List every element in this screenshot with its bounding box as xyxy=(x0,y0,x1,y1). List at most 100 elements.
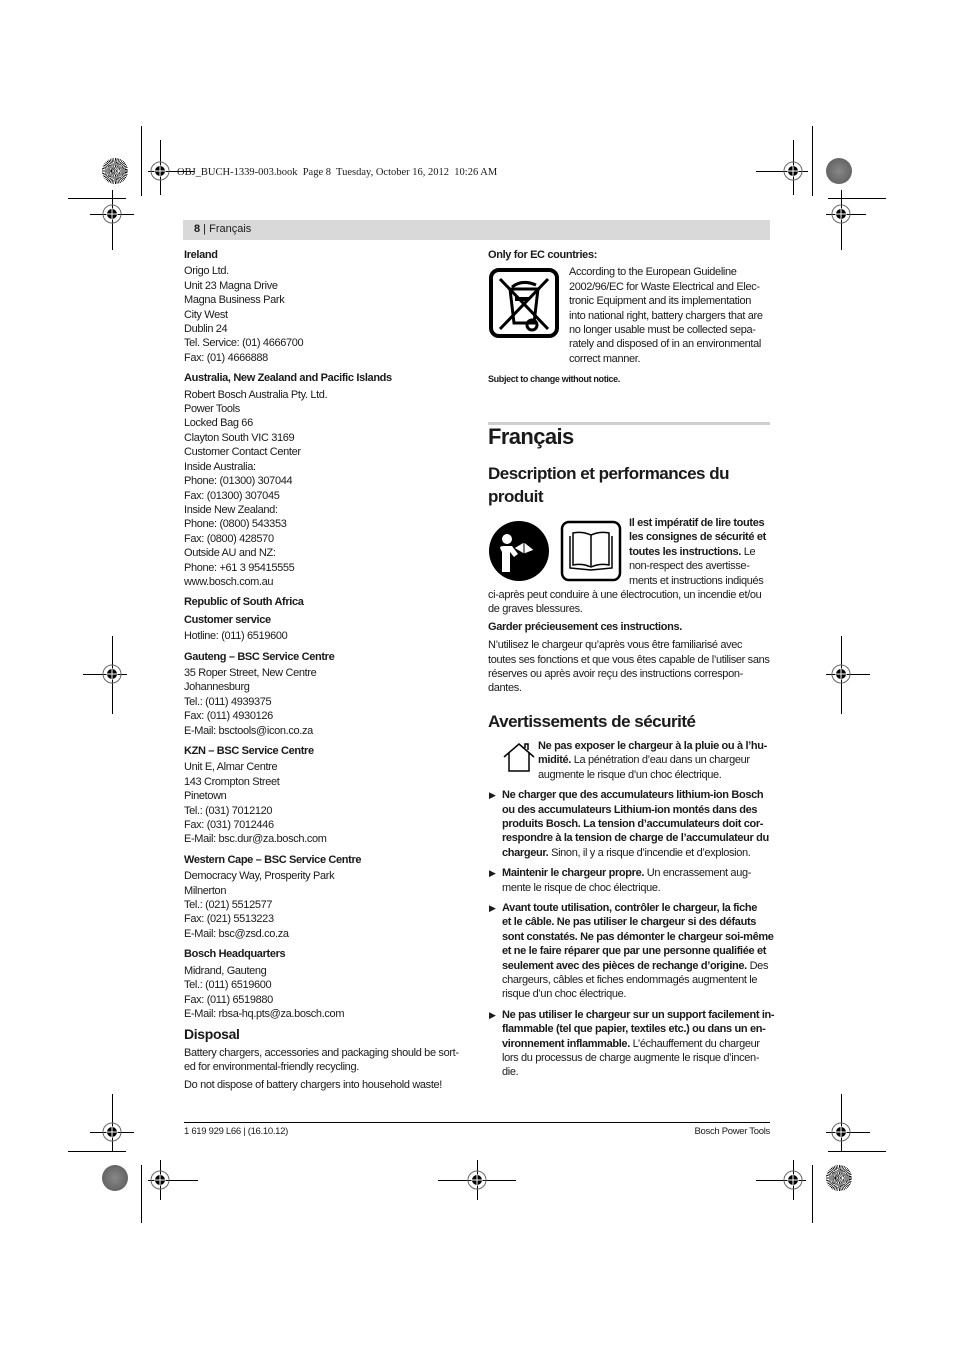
crop-line xyxy=(828,1151,886,1152)
contact-block: KZN – BSC Service Centre Unit E, Almar Ce… xyxy=(184,744,466,847)
contact-line: Pinetown xyxy=(184,790,227,803)
contact-block: Gauteng – BSC Service Centre 35 Roper Str… xyxy=(184,650,466,738)
text-line: die. xyxy=(502,1066,519,1079)
text-line: flammable (tel que papier, textiles etc.… xyxy=(502,1023,766,1036)
text-fragment: Le xyxy=(741,545,756,558)
contact-line: Robert Bosch Australia Pty. Ltd. xyxy=(184,388,328,401)
contact-line: Fax: (011) 4930126 xyxy=(184,710,273,723)
registration-target-icon xyxy=(783,161,803,181)
text-line: chargeur. xyxy=(502,846,549,859)
text-fragment: Un encrassement aug- xyxy=(644,867,752,880)
text-line: augmente le risque d’un choc électrique. xyxy=(538,768,722,781)
text-line: Avant toute utilisation, contrôler le ch… xyxy=(502,901,758,914)
footer-document-number: 1 619 929 L66 | (16.10.12) xyxy=(184,1126,289,1137)
contact-line: Clayton South VIC 3169 xyxy=(184,431,295,444)
ec-text: According to the European Guideline 2002… xyxy=(569,265,763,366)
text-fragment: Des xyxy=(746,959,769,972)
text-line: non-respect des avertisse- xyxy=(629,560,750,573)
contact-heading: Gauteng – BSC Service Centre xyxy=(184,650,335,663)
contact-line: Tel.: (021) 5512577 xyxy=(184,899,273,912)
text-line: ou des accumulateurs Lithium-ion montés … xyxy=(502,803,758,816)
person-reading-manual-icon xyxy=(489,521,549,581)
header-separator: | xyxy=(200,223,210,235)
registration-star-icon xyxy=(826,1165,852,1191)
text-line: Ne pas exposer le chargeur à la pluie ou… xyxy=(538,739,767,752)
indoor-use-only-house-icon xyxy=(503,742,535,772)
contact-line: Fax: (01300) 307045 xyxy=(184,489,280,502)
text-line: et ne le faire réparer que par une perso… xyxy=(502,945,767,958)
bullet-arrow-icon: ▶ xyxy=(489,868,496,879)
contact-line: Tel.: (011) 4939375 xyxy=(184,695,272,708)
crop-line xyxy=(141,1165,142,1223)
text-line: ed for environmental-friendly recycling. xyxy=(184,1061,359,1074)
ec-heading: Only for EC countries: xyxy=(488,249,598,261)
contact-block: Bosch Headquarters Midrand, Gauteng Tel.: … xyxy=(184,947,466,1021)
disposal-section: Disposal Battery chargers, accessories a… xyxy=(184,1027,466,1092)
text-line: tronic Equipment and its implementation xyxy=(569,295,752,308)
contact-list: Ireland Origo Ltd. Unit 23 Magna Drive Magn… xyxy=(184,248,466,1021)
contact-block: Ireland Origo Ltd. Unit 23 Magna Drive Magn… xyxy=(184,248,466,365)
contact-line: Unit E, Almar Centre xyxy=(184,761,278,774)
keep-instructions-note: Garder précieusement ces instructions. xyxy=(488,620,682,633)
read-instructions-block: Il est impératif de lire toutes les cons… xyxy=(488,516,772,617)
bullet-arrow-icon: ▶ xyxy=(489,1009,496,1020)
contact-line: Fax: (021) 5513223 xyxy=(184,913,274,926)
left-column: Ireland Origo Ltd. Unit 23 Magna Drive Magn… xyxy=(184,248,466,1092)
safety-warning-item: ▶ Maintenir le chargeur propre. Un encras… xyxy=(488,866,772,895)
registration-target-icon xyxy=(150,161,170,181)
text-line: ments et instructions indiqués xyxy=(629,574,764,587)
registration-star-icon xyxy=(102,158,128,184)
disposal-heading: Disposal xyxy=(184,1026,240,1043)
print-slug: OBJ_BUCH-1339-003.book Page 8 Tuesday, O… xyxy=(177,167,498,178)
text-line: Il est impératif de lire toutes xyxy=(629,517,765,529)
text-line: rately and disposed of in an environment… xyxy=(569,338,761,351)
footer-divider xyxy=(184,1122,770,1123)
text-line: vironnement inflammable. xyxy=(502,1037,630,1050)
text-line: mente le risque de choc électrique. xyxy=(502,881,661,894)
text-line: produits Bosch. La tension d’accumulateu… xyxy=(502,817,764,830)
text-line: toutes les instructions. xyxy=(629,545,742,558)
contact-heading: Western Cape – BSC Service Centre xyxy=(184,853,362,866)
text-line: According to the European Guideline xyxy=(569,266,737,279)
usage-paragraph: N’utilisez le chargeur qu’après vous êtr… xyxy=(488,638,772,696)
right-column: Only for EC countries: According to the … xyxy=(488,248,770,387)
contact-line: www.bosch.com.au xyxy=(184,575,274,588)
heading-line: produit xyxy=(488,487,544,506)
registration-target-icon xyxy=(150,1170,170,1190)
contact-line: Locked Bag 66 xyxy=(184,417,253,430)
registration-target-icon xyxy=(831,204,851,224)
contact-line: 35 Roper Street, New Centre xyxy=(184,666,317,679)
footer-brand: Bosch Power Tools xyxy=(694,1126,770,1137)
text-line: seulement avec des pièces de rechange d’… xyxy=(502,959,747,972)
rain-warning: Ne pas exposer le chargeur à la pluie ou… xyxy=(488,739,772,782)
contact-line: Tel.: (011) 6519600 xyxy=(184,979,272,992)
contact-line: Fax: (031) 7012446 xyxy=(184,819,274,832)
contact-line: Magna Business Park xyxy=(184,294,285,307)
contact-block: Republic of South Africa xyxy=(184,595,466,609)
contact-line: Johannesburg xyxy=(184,681,250,694)
contact-line: Fax: (01) 4666888 xyxy=(184,351,268,364)
contact-heading: KZN – BSC Service Centre xyxy=(184,745,314,757)
registration-target-icon xyxy=(102,1122,122,1142)
contact-line: Fax: (011) 6519880 xyxy=(184,993,273,1006)
contact-line: Phone: (01300) 307044 xyxy=(184,475,293,488)
crossed-out-wheelie-bin-icon xyxy=(489,268,559,339)
section-title: Français xyxy=(488,424,574,449)
contact-line: Milnerton xyxy=(184,884,227,897)
bullet-arrow-icon: ▶ xyxy=(489,790,496,801)
contact-block: Australia, New Zealand and Pacific Islan… xyxy=(184,371,466,589)
contact-line: Customer Contact Center xyxy=(184,446,301,459)
contact-line: 143 Crompton Street xyxy=(184,775,280,788)
crop-line xyxy=(828,198,886,199)
registration-target-icon xyxy=(102,664,122,684)
page-header: 8 | Français xyxy=(194,223,251,235)
text-line: Battery chargers, accessories and packag… xyxy=(184,1046,459,1059)
text-line: risque d’un choc électrique. xyxy=(502,988,627,1001)
crop-line xyxy=(141,126,142,196)
text-fragment: Sinon, il y a risque d’incendie et d’exp… xyxy=(548,846,751,859)
contact-line: Outside AU and NZ: xyxy=(184,547,276,560)
contact-heading: Bosch Headquarters xyxy=(184,948,286,961)
contact-line: Phone: (0800) 543353 xyxy=(184,518,287,531)
contact-block: Western Cape – BSC Service Centre Democra… xyxy=(184,853,466,941)
bullet-arrow-icon: ▶ xyxy=(489,902,496,913)
